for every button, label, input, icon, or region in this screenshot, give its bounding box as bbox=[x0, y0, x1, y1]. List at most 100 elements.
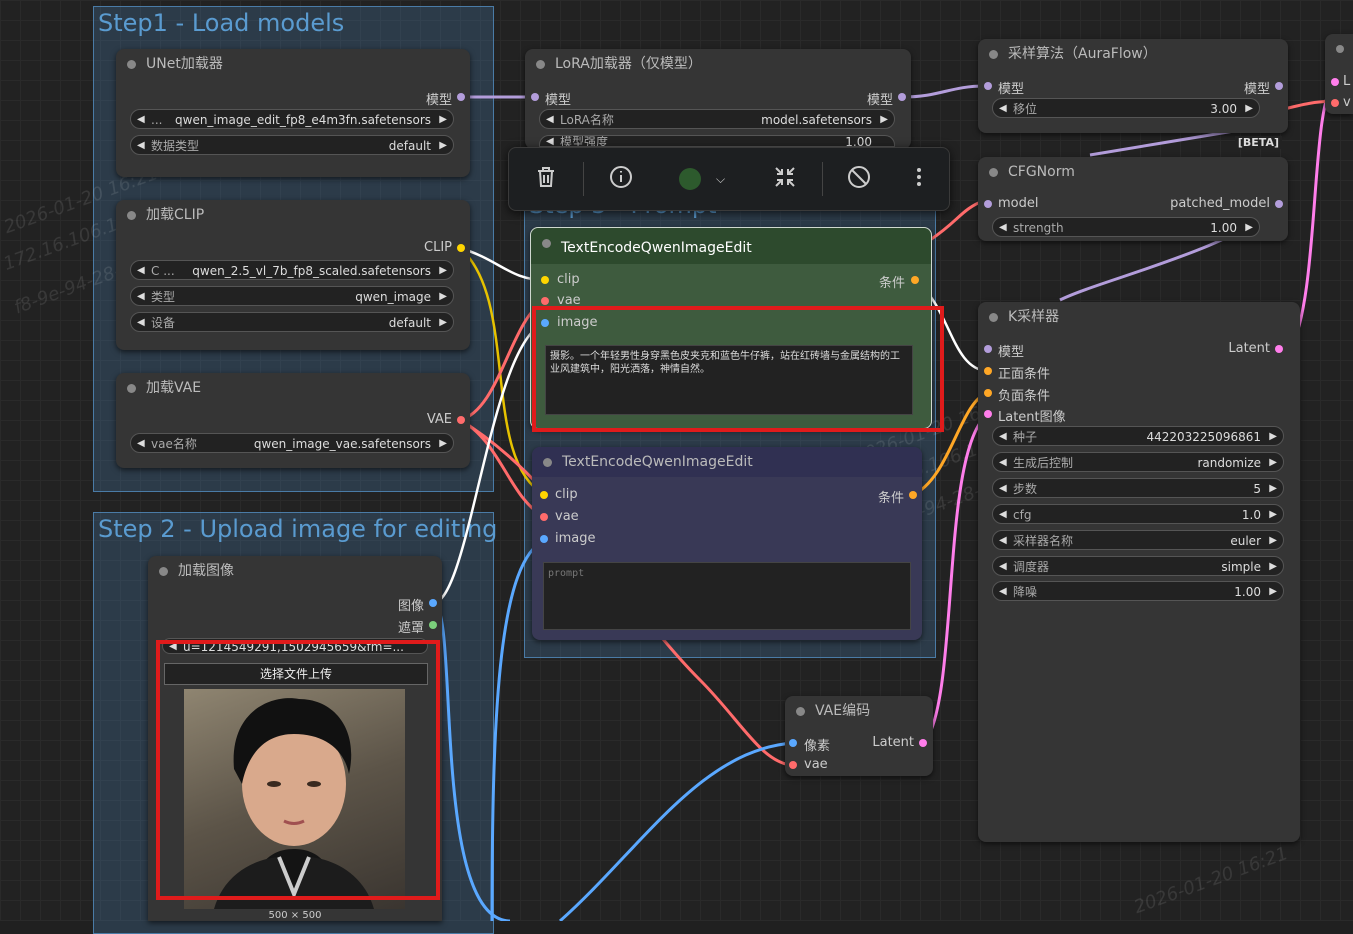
input-label: model bbox=[998, 196, 1039, 211]
arrow-right-icon: ▶ bbox=[439, 140, 447, 151]
unet-name-combo[interactable]: ◀ ... qwen_image_edit_fp8_e4m3fn.safeten… bbox=[130, 109, 454, 129]
output-conditioning[interactable]: 条件 bbox=[878, 487, 904, 506]
combo-value: qwen_2.5_vl_7b_fp8_scaled.safetensors bbox=[192, 264, 431, 278]
sampler-name-combo[interactable]: ◀ 采样器名称 euler ▶ bbox=[992, 530, 1284, 550]
lora-strength-slider[interactable]: ◀ 模型强度 1.00 bbox=[539, 135, 895, 147]
control-after-generate-combo[interactable]: ◀ 生成后控制 randomize ▶ bbox=[992, 452, 1284, 472]
clip-device-combo[interactable]: ◀ 设备 default ▶ bbox=[130, 312, 454, 332]
info-icon[interactable] bbox=[606, 164, 636, 194]
input-pixels-slot[interactable] bbox=[789, 739, 797, 747]
output-latent-slot[interactable] bbox=[919, 739, 927, 747]
output-image[interactable]: 图像 bbox=[398, 595, 424, 614]
output-model[interactable]: 模型 bbox=[867, 89, 893, 108]
widget-label: 降噪 bbox=[1013, 585, 1038, 599]
input-l[interactable]: L bbox=[1343, 74, 1350, 89]
output-mask[interactable]: 遮罩 bbox=[398, 617, 424, 636]
input-v[interactable]: v bbox=[1343, 95, 1351, 110]
output-vae[interactable]: VAE bbox=[427, 412, 452, 427]
collapse-icon[interactable] bbox=[770, 164, 800, 194]
input-positive[interactable]: 正面条件 bbox=[998, 363, 1050, 382]
lora-loader-node[interactable]: LoRA加载器（仅模型） 模型 模型 ◀ LoRA名称 model.safete… bbox=[525, 49, 911, 149]
input-clip-slot[interactable] bbox=[541, 276, 549, 284]
input-model-slot[interactable] bbox=[984, 200, 992, 208]
input-vae[interactable]: vae bbox=[804, 757, 828, 772]
input-positive-slot[interactable] bbox=[984, 367, 992, 375]
output-model-slot[interactable] bbox=[457, 93, 465, 101]
input-image-slot[interactable] bbox=[540, 535, 548, 543]
input-clip[interactable]: clip bbox=[555, 487, 578, 502]
output-mask-slot[interactable] bbox=[429, 621, 437, 629]
input-vae-slot[interactable] bbox=[540, 513, 548, 521]
input-model-slot[interactable] bbox=[531, 93, 539, 101]
prompt-textarea[interactable]: prompt bbox=[543, 562, 911, 630]
input-model-slot[interactable] bbox=[984, 82, 992, 90]
text-encode-negative-node[interactable]: TextEncodeQwenImageEdit clip vae image 条… bbox=[532, 447, 922, 640]
input-v-slot[interactable] bbox=[1331, 99, 1339, 107]
bypass-icon[interactable] bbox=[844, 164, 874, 194]
output-latent-slot[interactable] bbox=[1275, 345, 1283, 353]
input-pixels[interactable]: 像素 bbox=[804, 735, 830, 754]
combo-value: qwen_image bbox=[355, 290, 431, 304]
input-latent[interactable]: Latent图像 bbox=[998, 406, 1066, 425]
denoise-widget[interactable]: ◀ 降噪 1.00 ▶ bbox=[992, 581, 1284, 601]
delete-icon[interactable] bbox=[531, 164, 561, 194]
input-vae-slot[interactable] bbox=[789, 761, 797, 769]
output-label: 模型 bbox=[866, 93, 893, 108]
output-model[interactable]: patched_model bbox=[1170, 196, 1270, 211]
input-model[interactable]: model bbox=[998, 196, 1038, 211]
input-clip[interactable]: clip bbox=[557, 272, 580, 287]
shift-slider[interactable]: ◀ 移位 3.00 ▶ bbox=[992, 98, 1260, 118]
output-model-slot[interactable] bbox=[1275, 200, 1283, 208]
input-model[interactable]: 模型 bbox=[545, 89, 571, 108]
output-label: 遮罩 bbox=[397, 621, 424, 636]
input-negative[interactable]: 负面条件 bbox=[998, 385, 1050, 404]
input-l-slot[interactable] bbox=[1331, 78, 1339, 86]
output-conditioning-slot[interactable] bbox=[909, 491, 917, 499]
ksampler-node[interactable]: K采样器 模型 正面条件 负面条件 Latent图像 Latent ◀ 种子 4… bbox=[978, 302, 1300, 842]
cfg-widget[interactable]: ◀ cfg 1.0 ▶ bbox=[992, 504, 1284, 524]
arrow-right-icon: ▶ bbox=[439, 291, 447, 302]
strength-slider[interactable]: ◀ strength 1.00 ▶ bbox=[992, 217, 1260, 237]
input-latent-slot[interactable] bbox=[984, 410, 992, 418]
clip-name-combo[interactable]: ◀ C ... qwen_2.5_vl_7b_fp8_scaled.safete… bbox=[130, 260, 454, 280]
partial-right-node[interactable]: L v bbox=[1325, 34, 1353, 114]
input-model[interactable]: 模型 bbox=[998, 341, 1024, 360]
input-model[interactable]: 模型 bbox=[998, 78, 1024, 97]
input-vae[interactable]: vae bbox=[555, 509, 579, 524]
output-label: Latent bbox=[1228, 341, 1270, 356]
output-model[interactable]: 模型 bbox=[426, 89, 452, 108]
output-model-slot[interactable] bbox=[1275, 82, 1283, 90]
input-clip-slot[interactable] bbox=[540, 491, 548, 499]
output-image-slot[interactable] bbox=[429, 599, 437, 607]
unet-loader-node[interactable]: UNet加载器 模型 ◀ ... qwen_image_edit_fp8_e4m… bbox=[116, 49, 470, 177]
load-vae-node[interactable]: 加载VAE VAE ◀ vae名称 qwen_image_vae.safeten… bbox=[116, 373, 470, 468]
lora-name-combo[interactable]: ◀ LoRA名称 model.safetensors ▶ bbox=[539, 109, 895, 129]
vae-name-combo[interactable]: ◀ vae名称 qwen_image_vae.safetensors ▶ bbox=[130, 433, 454, 453]
input-vae-slot[interactable] bbox=[541, 297, 549, 305]
output-model[interactable]: 模型 bbox=[1244, 78, 1270, 97]
steps-widget[interactable]: ◀ 步数 5 ▶ bbox=[992, 478, 1284, 498]
dtype-combo[interactable]: ◀ 数据类型 default ▶ bbox=[130, 135, 454, 155]
model-sampling-auraflow-node[interactable]: 采样算法（AuraFlow） 模型 模型 ◀ 移位 3.00 ▶ [BETA] bbox=[978, 39, 1288, 149]
output-latent[interactable]: Latent bbox=[872, 735, 914, 750]
vae-encode-node[interactable]: VAE编码 像素 vae Latent bbox=[785, 696, 933, 776]
clip-type-combo[interactable]: ◀ 类型 qwen_image ▶ bbox=[130, 286, 454, 306]
output-conditioning[interactable]: 条件 bbox=[879, 272, 905, 291]
scheduler-combo[interactable]: ◀ 调度器 simple ▶ bbox=[992, 556, 1284, 576]
input-image[interactable]: image bbox=[555, 531, 596, 546]
seed-widget[interactable]: ◀ 种子 442203225096861 ▶ bbox=[992, 426, 1284, 446]
cfgnorm-node[interactable]: CFGNorm model patched_model ◀ strength 1… bbox=[978, 157, 1288, 241]
more-icon[interactable] bbox=[904, 164, 934, 194]
output-model-slot[interactable] bbox=[898, 93, 906, 101]
combo-label: 设备 bbox=[151, 316, 176, 330]
output-conditioning-slot[interactable] bbox=[911, 276, 919, 284]
input-negative-slot[interactable] bbox=[984, 389, 992, 397]
output-clip[interactable]: CLIP bbox=[424, 240, 452, 255]
output-vae-slot[interactable] bbox=[457, 416, 465, 424]
input-model-slot[interactable] bbox=[984, 345, 992, 353]
output-clip-slot[interactable] bbox=[457, 244, 465, 252]
color-picker-button[interactable]: ⌵ bbox=[674, 164, 730, 194]
input-label: v bbox=[1343, 95, 1351, 110]
load-clip-node[interactable]: 加载CLIP CLIP ◀ C ... qwen_2.5_vl_7b_fp8_s… bbox=[116, 200, 470, 350]
output-latent[interactable]: Latent bbox=[1228, 341, 1270, 356]
